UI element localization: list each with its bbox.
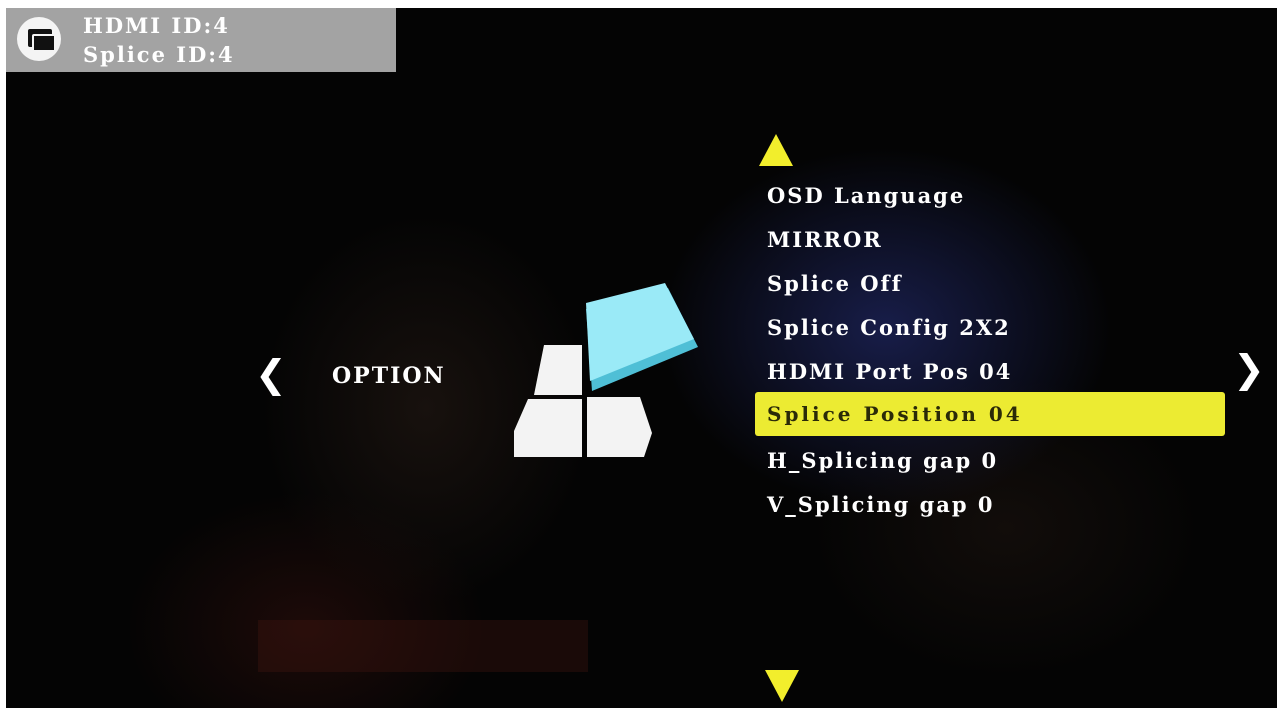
menu-item-mirror[interactable]: MIRROR [767,227,883,253]
menu-item-osd-language[interactable]: OSD Language [767,183,965,209]
hdmi-id-label: HDMI ID:4 [83,13,230,38]
menu-item-hdmi-port-pos[interactable]: HDMI Port Pos 04 [767,359,1012,385]
source-info-panel: HDMI ID:4 Splice ID:4 [6,8,396,72]
menu-item-v-splicing-gap[interactable]: V_Splicing gap 0 [767,492,995,518]
menu-item-splice-config[interactable]: Splice Config 2X2 [767,315,1011,341]
window-icon [17,17,61,61]
category-title: OPTION [332,363,446,389]
menu-item-splice-position-selected[interactable]: Splice Position 04 [755,392,1225,436]
background-banner [258,620,588,672]
menu-item-splice-off[interactable]: Splice Off [767,271,903,297]
menu-item-label: Splice Position 04 [767,402,1023,426]
next-category-chevron-icon[interactable]: ❯ [1233,350,1265,388]
option-blocks-icon [514,283,698,457]
previous-category-chevron-icon[interactable]: ❮ [255,355,287,393]
scroll-up-triangle-icon[interactable] [759,134,793,166]
splice-id-label: Splice ID:4 [83,42,235,67]
menu-item-h-splicing-gap[interactable]: H_Splicing gap 0 [767,448,998,474]
scroll-down-triangle-icon[interactable] [765,670,799,702]
